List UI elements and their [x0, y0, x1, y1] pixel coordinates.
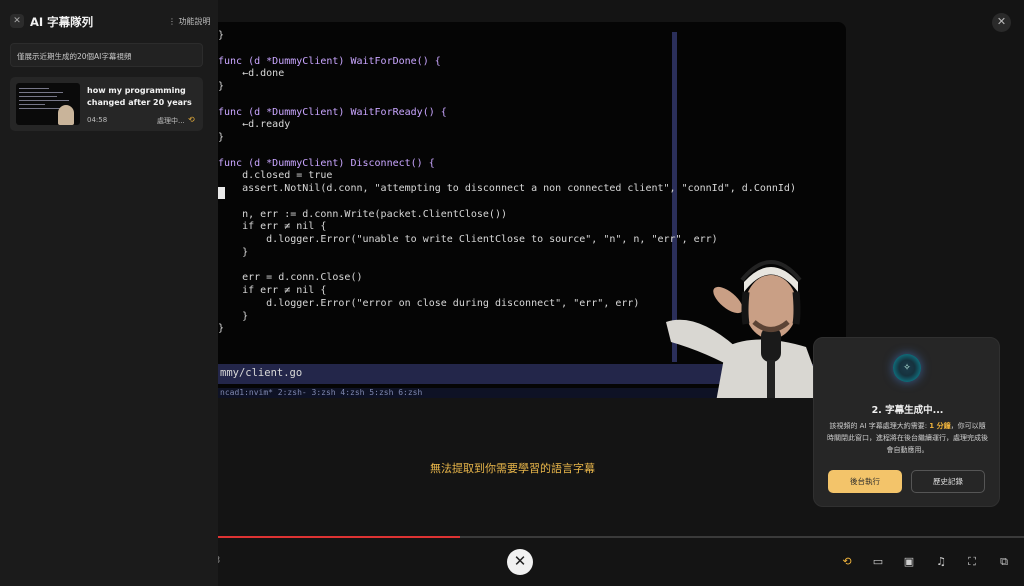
- code-line: func (d *DummyClient) WaitForReady() {: [218, 106, 447, 118]
- statusbar-file: mmy/client.go: [220, 367, 303, 379]
- close-icon: ✕: [13, 16, 21, 26]
- close-overlay-button[interactable]: ✕: [992, 13, 1011, 32]
- queue-item[interactable]: how my programming changed after 20 year…: [10, 77, 203, 131]
- close-icon: ✕: [996, 15, 1007, 28]
- menu-icon: ⋮: [168, 17, 176, 26]
- sparkle-icon: ✧: [893, 354, 921, 382]
- code-line: if err ≠ nil {: [218, 221, 327, 233]
- help-label: 功能說明: [178, 17, 211, 26]
- queue-item-status: 處理中...: [157, 117, 185, 125]
- queue-item-duration: 04:58: [87, 116, 108, 124]
- help-link[interactable]: ⋮ 功能說明: [168, 16, 211, 27]
- video-thumbnail: [16, 83, 80, 125]
- generation-title: 2. 字幕生成中...: [871, 405, 944, 416]
- sidebar-close-button[interactable]: ✕: [10, 14, 24, 28]
- code-line: }: [218, 30, 225, 41]
- video-player[interactable]: } func (d *DummyClient) WaitForDone() { …: [218, 22, 846, 398]
- miniplayer-icon[interactable]: ▣: [902, 555, 916, 569]
- sidebar-title: AI 字幕隊列: [30, 15, 94, 29]
- subtitle-status-message: 無法提取到你需要學習的語言字幕: [430, 462, 595, 475]
- code-line: }: [218, 132, 225, 143]
- code-line: d.logger.Error("unable to write ClientCl…: [218, 234, 718, 245]
- headphones-icon[interactable]: ♫: [934, 555, 948, 569]
- code-line: ←d.done: [218, 68, 285, 80]
- code-line: n, err := d.conn.Write(packet.ClientClos…: [218, 208, 507, 220]
- video-progress-fill: [218, 536, 460, 538]
- close-video-button[interactable]: ✕: [507, 549, 533, 575]
- editor-cursor: [218, 187, 225, 199]
- code-line: ←d.ready: [218, 119, 291, 131]
- code-line: assert.NotNil(d.conn, "attempting to dis…: [218, 183, 796, 194]
- queue-item-title: how my programming changed after 20 year…: [87, 86, 192, 107]
- subtitle-generation-panel: ✧ 2. 字幕生成中... 該視頻的 AI 字幕處理大約需要: 1 分鐘，你可以…: [813, 337, 1000, 507]
- code-line: func (d *DummyClient) WaitForDone() {: [218, 55, 441, 67]
- ai-subtitle-icon[interactable]: ⟲: [840, 555, 854, 569]
- fullscreen-icon[interactable]: ⛶: [965, 555, 979, 569]
- captions-icon[interactable]: ▭: [871, 555, 885, 569]
- video-progress-bar[interactable]: [218, 536, 1024, 538]
- close-icon: ✕: [513, 552, 527, 570]
- processing-icon: ⟲: [188, 115, 195, 124]
- cast-icon[interactable]: ⧉: [997, 555, 1011, 569]
- code-line: d.closed = true: [218, 170, 333, 182]
- history-button[interactable]: 歷史記錄: [911, 470, 985, 493]
- code-line: func (d *DummyClient) Disconnect() {: [218, 157, 435, 169]
- run-in-background-button[interactable]: 後台執行: [828, 470, 902, 493]
- generation-description: 該視頻的 AI 字幕處理大約需要: 1 分鐘，你可以隨時關閉此窗口，進程將在後台…: [827, 422, 988, 454]
- code-line: }: [218, 81, 225, 92]
- queue-notice: 僅展示近期生成的20個AI字幕視頻: [10, 43, 203, 67]
- ai-subtitle-queue-sidebar: ✕ AI 字幕隊列 ⋮ 功能說明 僅展示近期生成的20個AI字幕視頻 how m…: [0, 0, 218, 586]
